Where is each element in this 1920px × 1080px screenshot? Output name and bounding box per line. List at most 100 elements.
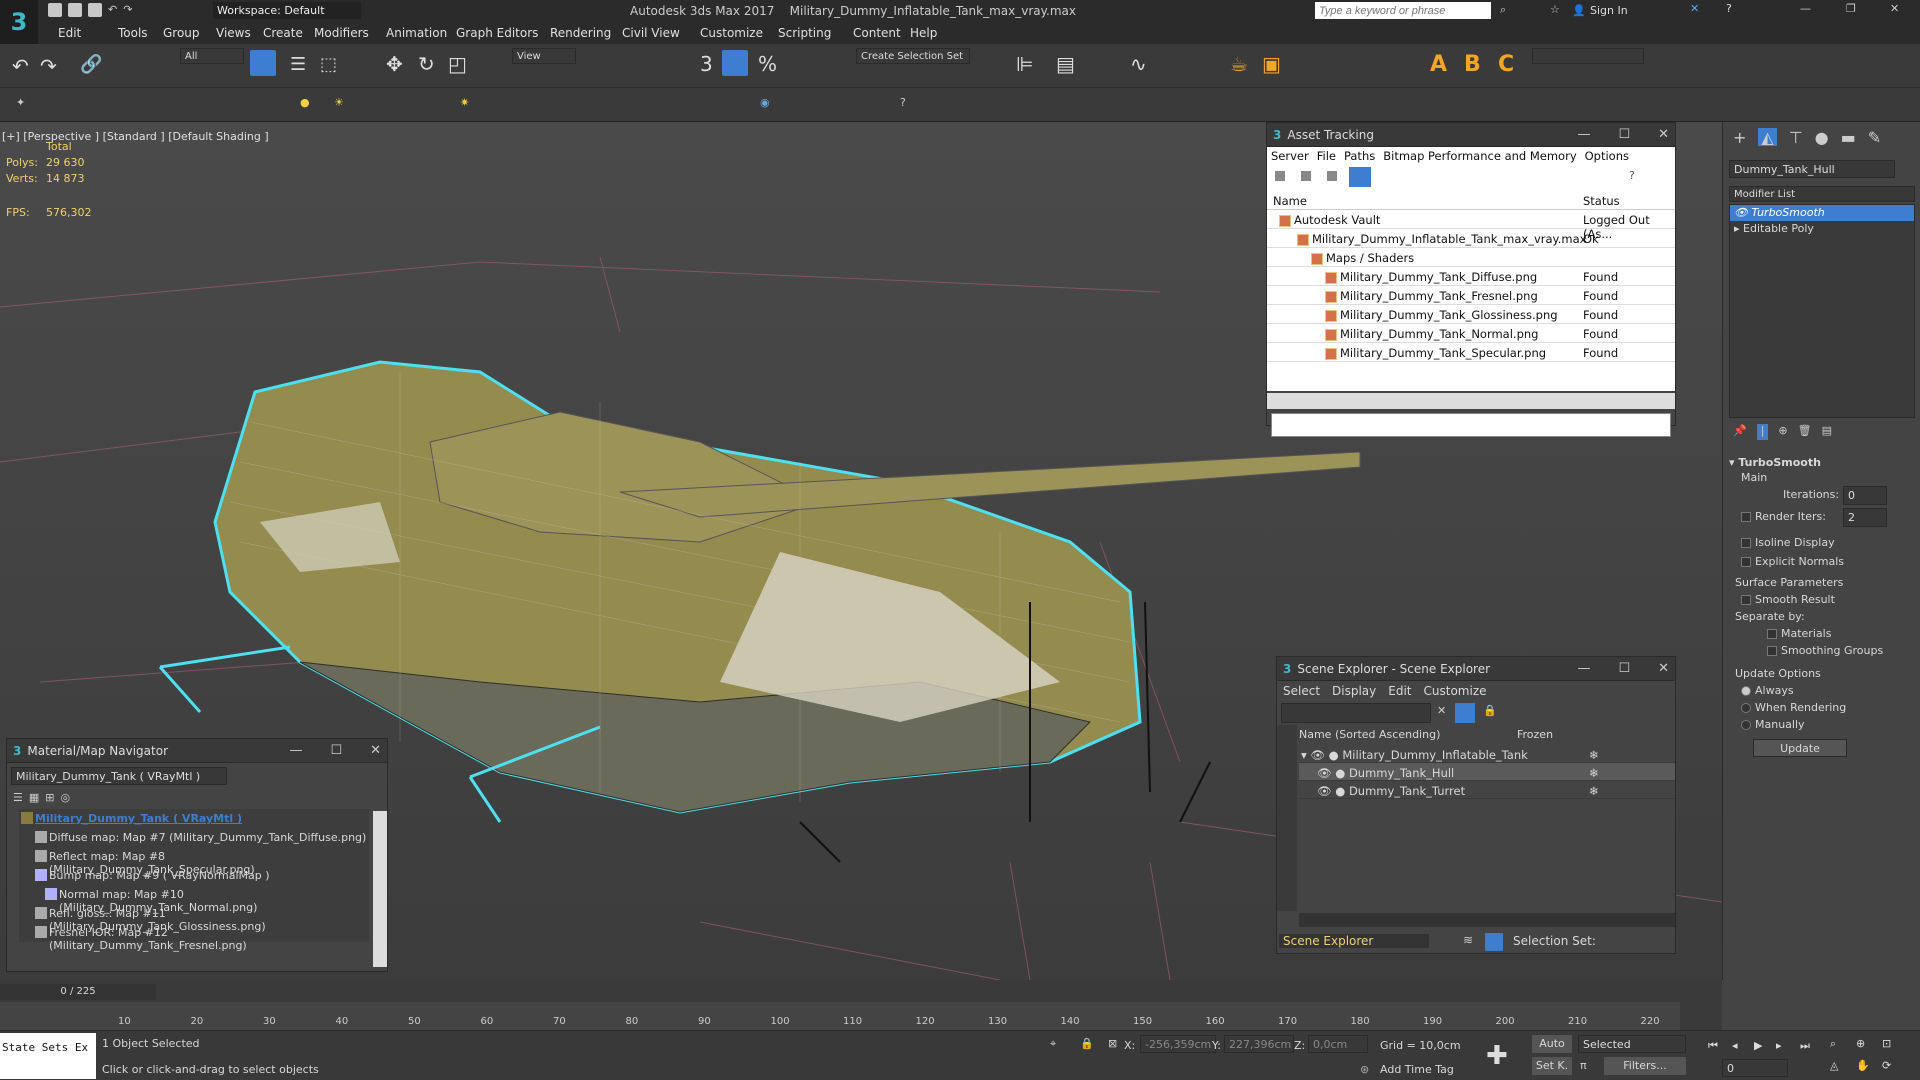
table-row[interactable]: Military_Dummy_Inflatable_Tank_max_vray.…	[1267, 229, 1675, 248]
modify-tab-icon[interactable]: ◭	[1758, 128, 1777, 147]
current-frame-field[interactable]: 0	[1722, 1059, 1788, 1077]
create-tab-icon[interactable]: +	[1733, 128, 1746, 147]
named-selection-set-dropdown[interactable]: Create Selection Set	[856, 48, 970, 64]
rollout-title[interactable]: ▾ TurboSmooth	[1729, 456, 1914, 469]
light-icon[interactable]: ●	[300, 96, 310, 109]
table-row[interactable]: Military_Dummy_Tank_Diffuse.png Found	[1267, 267, 1675, 286]
object-name-field[interactable]: Dummy_Tank_Hull	[1729, 160, 1895, 178]
maximize-button[interactable]: ☐	[1618, 661, 1630, 676]
key-icon[interactable]: π	[1580, 1059, 1587, 1072]
render-iters-spinner[interactable]: 2	[1843, 508, 1887, 527]
text-c-icon[interactable]: C	[1498, 52, 1514, 77]
app-logo[interactable]: 3	[0, 0, 38, 44]
vertical-scrollbar[interactable]	[373, 811, 387, 967]
snap-3d-icon[interactable]: 3	[700, 52, 713, 76]
always-radio[interactable]	[1741, 686, 1751, 696]
isolate-icon[interactable]: ⌖	[1050, 1037, 1056, 1051]
modifier-editable-poly[interactable]: ▸ Editable Poly	[1730, 221, 1914, 237]
table-row[interactable]: Maps / Shaders	[1267, 248, 1675, 267]
undo-icon[interactable]: ↶	[12, 54, 29, 78]
redo-icon[interactable]: ↷	[40, 54, 57, 78]
add-key-icon[interactable]: ✚	[1486, 1041, 1508, 1071]
daylight-icon[interactable]: ✷	[460, 96, 469, 109]
material-tree-item[interactable]: Fresnel IOR: Map #12 (Military_Dummy_Tan…	[19, 923, 369, 952]
menu-create[interactable]: Create	[263, 26, 303, 40]
find-field[interactable]	[1281, 703, 1431, 723]
menu-civil-view[interactable]: Civil View	[622, 26, 680, 40]
link-icon[interactable]: 🔗	[80, 54, 102, 75]
render-iters-checkbox[interactable]	[1741, 512, 1751, 522]
icon-view-icon[interactable]: ▦	[29, 791, 39, 807]
rotate-icon[interactable]: ↻	[418, 52, 435, 76]
scene-explorer-titlebar[interactable]: 3 Scene Explorer - Scene Explorer — ☐ ✕	[1277, 657, 1675, 681]
close-button[interactable]: ✕	[1890, 2, 1899, 15]
show-end-result-icon[interactable]: |	[1756, 424, 1769, 440]
scale-icon[interactable]: ◰	[448, 52, 467, 76]
close-button[interactable]: ✕	[370, 743, 381, 758]
column-header-frozen[interactable]: Frozen	[1517, 728, 1553, 741]
lighting-icon[interactable]: ✦	[16, 96, 25, 109]
open-file-icon[interactable]	[68, 3, 82, 17]
help-icon[interactable]: ?	[1629, 169, 1635, 182]
percent-snap-icon[interactable]: %	[758, 52, 777, 76]
asset-tracking-titlebar[interactable]: 3 Asset Tracking — ☐ ✕	[1267, 123, 1675, 147]
smooth-result-checkbox[interactable]	[1741, 595, 1751, 605]
undo-icon[interactable]: ↶	[108, 3, 117, 17]
selection-filter-dropdown[interactable]: All	[180, 48, 244, 64]
menu-customize[interactable]: Customize	[700, 26, 763, 40]
sphere-view-icon[interactable]: ◎	[61, 791, 71, 807]
sign-in-link[interactable]: Sign In	[1590, 4, 1628, 17]
hierarchy-tab-icon[interactable]: ⊤	[1789, 128, 1803, 147]
scene-tree-item[interactable]: 👁 ● Dummy_Tank_Hull ❄	[1299, 763, 1675, 781]
material-tree-item[interactable]: Normal map: Map #10 (Military_Dummy_Tank…	[19, 885, 369, 914]
grid-view-icon[interactable]: ⊞	[45, 791, 54, 807]
pin-icon[interactable]: 📌	[1733, 424, 1747, 440]
menu-animation[interactable]: Animation	[386, 26, 447, 40]
asset-menu-item[interactable]: File	[1317, 149, 1336, 163]
goto-end-icon[interactable]: ⏭	[1800, 1039, 1810, 1053]
search-input[interactable]	[1314, 1, 1492, 20]
material-name-field[interactable]: Military_Dummy_Tank ( VRayMtl )	[11, 767, 227, 785]
time-tag-icon[interactable]: ⊛	[1360, 1063, 1369, 1076]
material-tree-item[interactable]: Refl. gloss.: Map #11 (Military_Dummy_Ta…	[19, 904, 369, 933]
explorer-name-dropdown[interactable]: Scene Explorer	[1279, 934, 1429, 948]
close-button[interactable]: ✕	[1658, 127, 1669, 142]
view-icon[interactable]	[1275, 171, 1285, 181]
maximize-button[interactable]: ☐	[330, 743, 342, 758]
menu-graph-editors[interactable]: Graph Editors	[456, 26, 538, 40]
blank-dropdown[interactable]	[1532, 48, 1644, 64]
next-frame-icon[interactable]: ▸	[1776, 1039, 1782, 1052]
path-field[interactable]	[1271, 413, 1671, 437]
align-icon[interactable]: ⊫	[1016, 52, 1033, 76]
modifier-list-dropdown[interactable]: Modifier List	[1729, 186, 1915, 202]
exchange-icon[interactable]: ✕	[1690, 2, 1699, 15]
material-tree-item[interactable]: Diffuse map: Map #7 (Military_Dummy_Tank…	[19, 828, 369, 847]
explicit-normals-checkbox[interactable]	[1741, 557, 1751, 567]
asset-menu-item[interactable]: Options	[1585, 149, 1629, 163]
minimize-button[interactable]: —	[1800, 2, 1811, 15]
menu-tools[interactable]: Tools	[118, 26, 148, 40]
curve-editor-icon[interactable]: ∿	[1130, 52, 1147, 76]
minimize-button[interactable]: —	[1577, 661, 1590, 676]
select-by-name-icon[interactable]: ☰	[290, 54, 306, 75]
pan-icon[interactable]: ✋	[1856, 1059, 1870, 1072]
lock-icon[interactable]: 🔒	[1483, 704, 1497, 717]
user-icon[interactable]: 👤	[1572, 4, 1586, 17]
horizontal-scrollbar[interactable]	[1267, 393, 1675, 409]
manually-radio[interactable]	[1741, 720, 1751, 730]
table-view-button[interactable]	[1349, 167, 1371, 187]
material-tree-item[interactable]: Bump map: Map #9 ( VRayNormalMap )	[19, 866, 369, 885]
x-coordinate-field[interactable]: -256,359cm	[1140, 1035, 1216, 1053]
minimize-button[interactable]: —	[289, 743, 302, 758]
column-header-name[interactable]: Name	[1273, 194, 1307, 208]
reference-coord-dropdown[interactable]: View	[512, 48, 576, 64]
scene-explorer-icon[interactable]: ▤	[1056, 52, 1075, 76]
clear-icon[interactable]: ✕	[1437, 704, 1446, 717]
maximize-button[interactable]: ☐	[1618, 127, 1630, 142]
menu-modifiers[interactable]: Modifiers	[314, 26, 369, 40]
star-icon[interactable]: ☆	[1550, 3, 1560, 16]
utilities-tab-icon[interactable]: ✎	[1868, 128, 1881, 147]
motion-tab-icon[interactable]: ●	[1815, 128, 1829, 147]
zoom-extents-icon[interactable]: ⊡	[1882, 1037, 1891, 1050]
materials-checkbox[interactable]	[1767, 629, 1777, 639]
